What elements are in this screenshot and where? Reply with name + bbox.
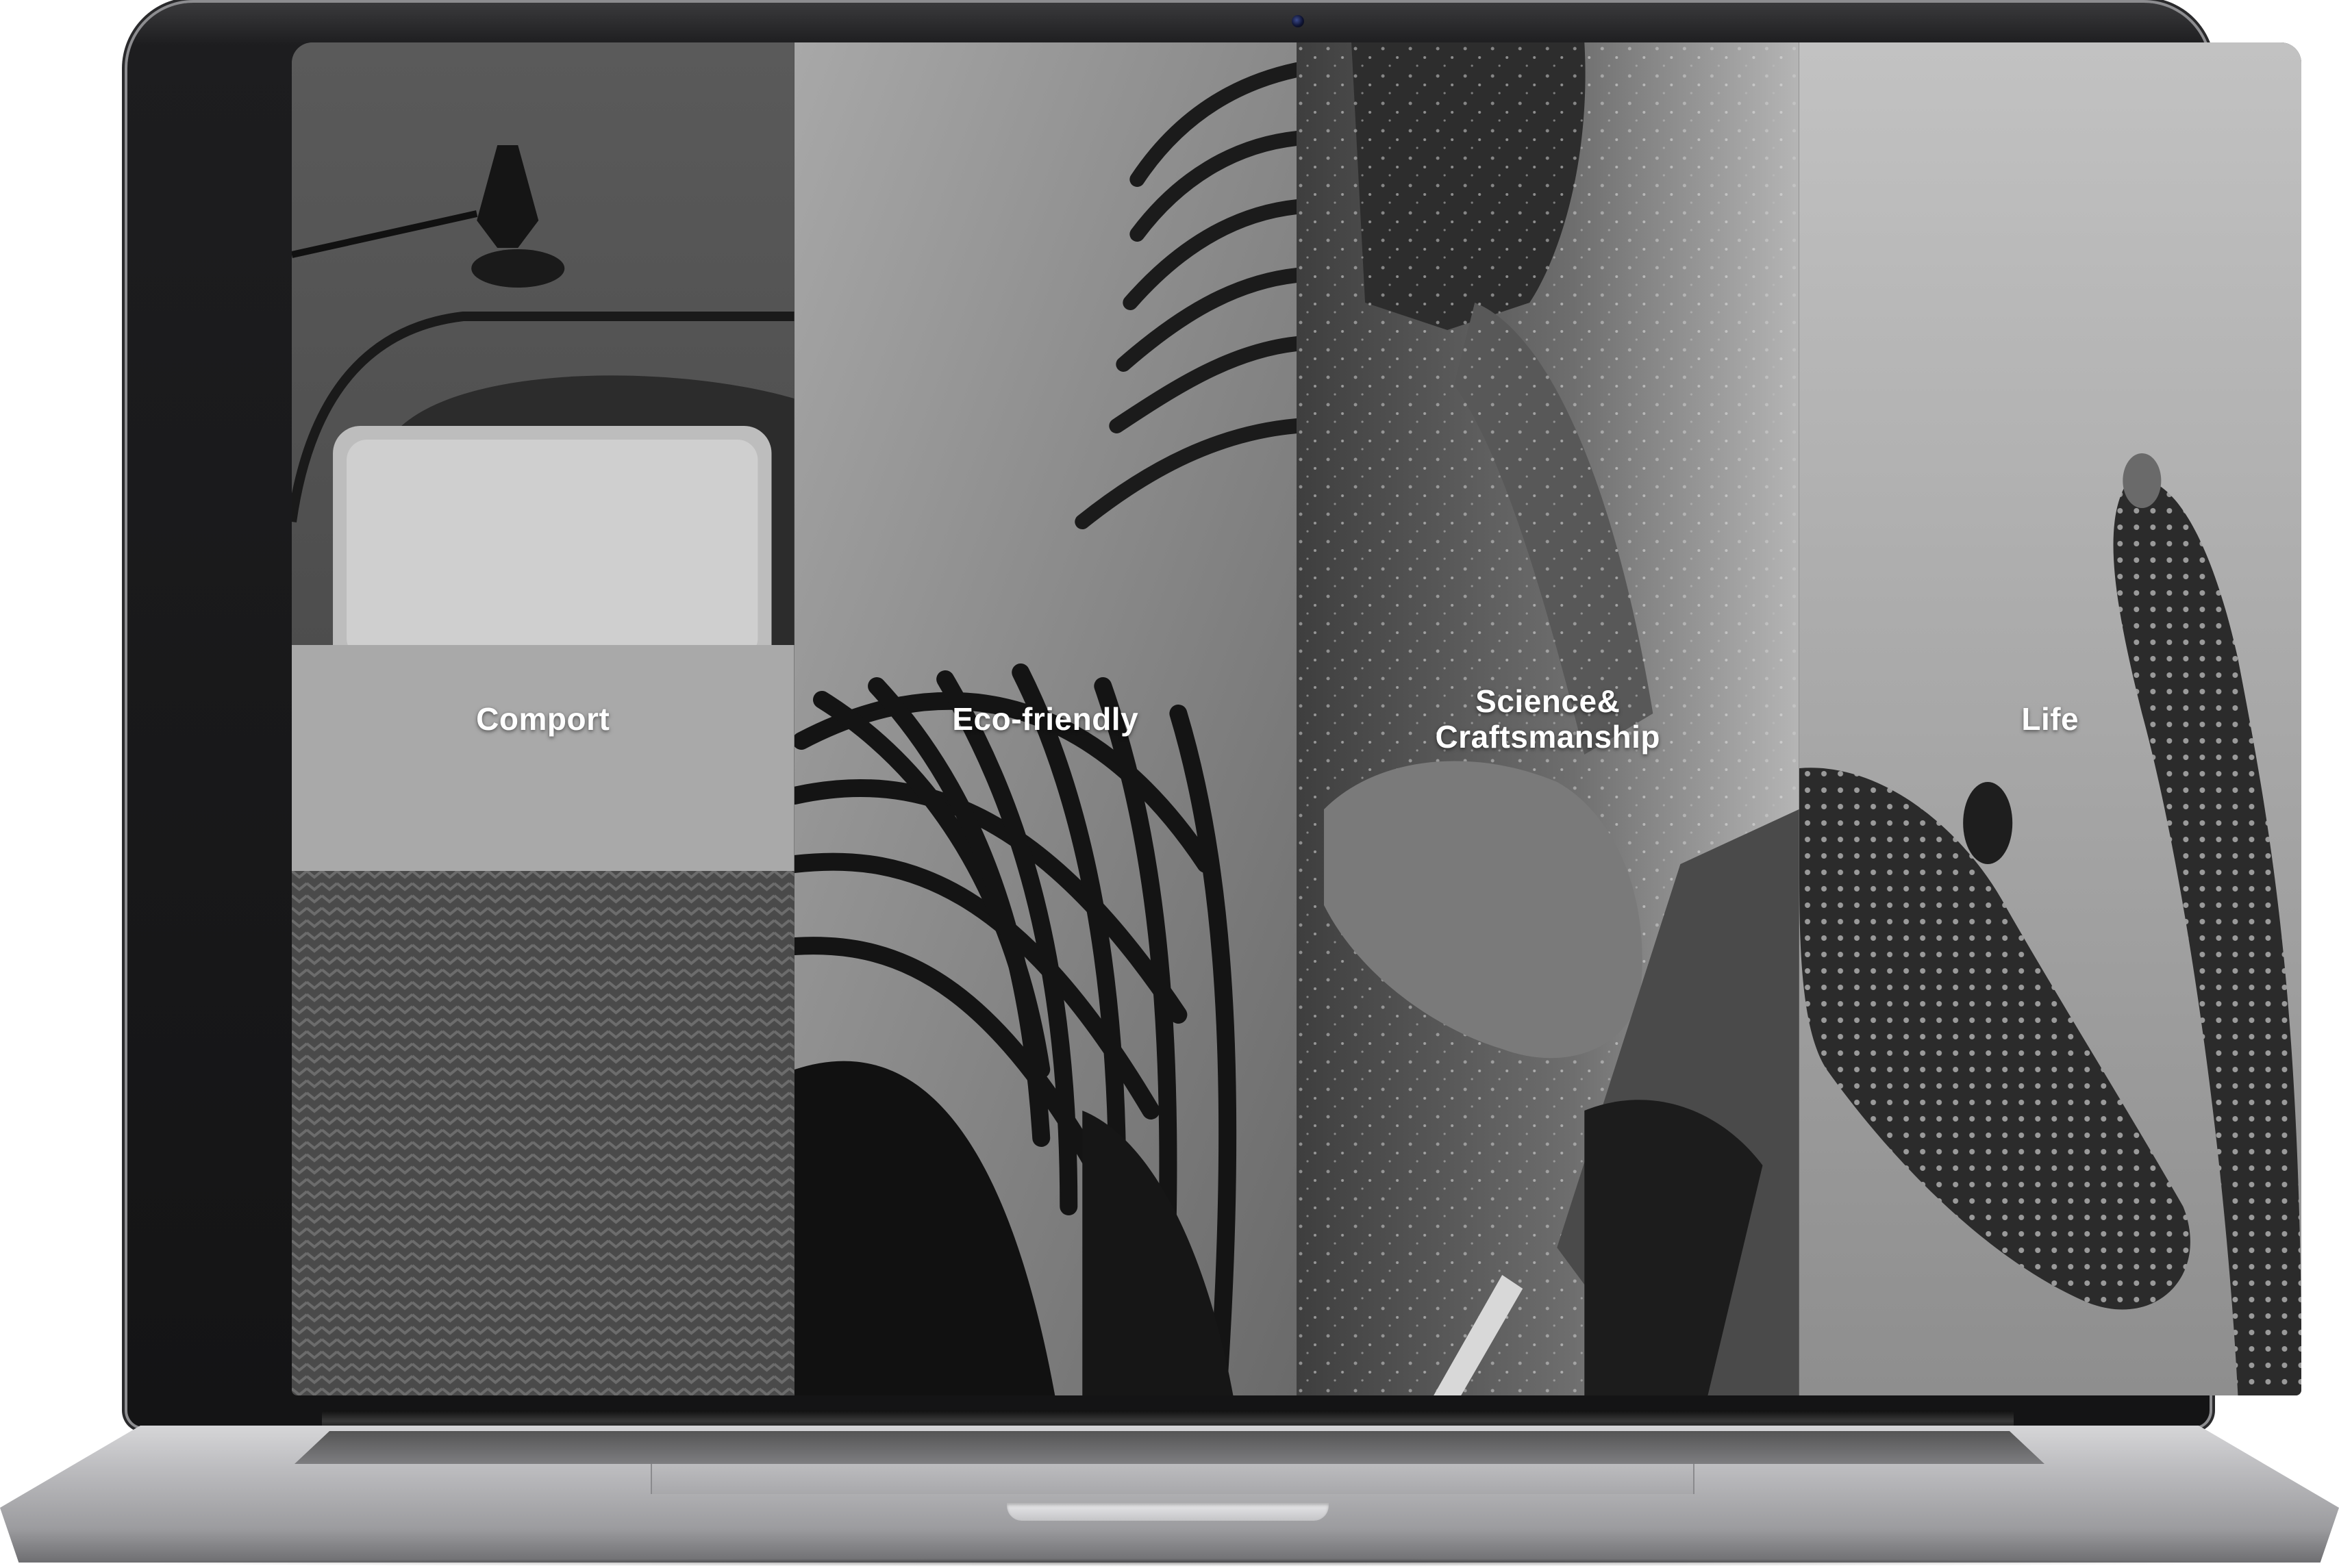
opening-notch [1007, 1503, 1329, 1521]
trackpad-edge [651, 1464, 1694, 1494]
panel-science-craftsmanship[interactable]: Science& Craftsmanship [1297, 42, 1799, 1395]
webcam-icon [1292, 15, 1304, 27]
panel-label: Eco-friendly [952, 701, 1139, 737]
laptop-mockup: Comport Eco-friendly Science& Craftsmans… [0, 0, 2339, 1568]
panel-label: Science& Craftsmanship [1435, 683, 1661, 755]
panel-life[interactable]: Life [1799, 42, 2301, 1395]
laptop-lid: Comport Eco-friendly Science& Craftsmans… [127, 3, 2301, 1427]
panel-comport[interactable]: Comport [292, 42, 795, 1395]
base-shadow [14, 1558, 2325, 1567]
laptop-screen: Comport Eco-friendly Science& Craftsmans… [292, 42, 2301, 1395]
panel-eco-friendly[interactable]: Eco-friendly [794, 42, 1297, 1395]
keyboard-edge [295, 1431, 2044, 1464]
panel-label: Life [2021, 701, 2079, 737]
panel-label: Comport [476, 701, 610, 737]
